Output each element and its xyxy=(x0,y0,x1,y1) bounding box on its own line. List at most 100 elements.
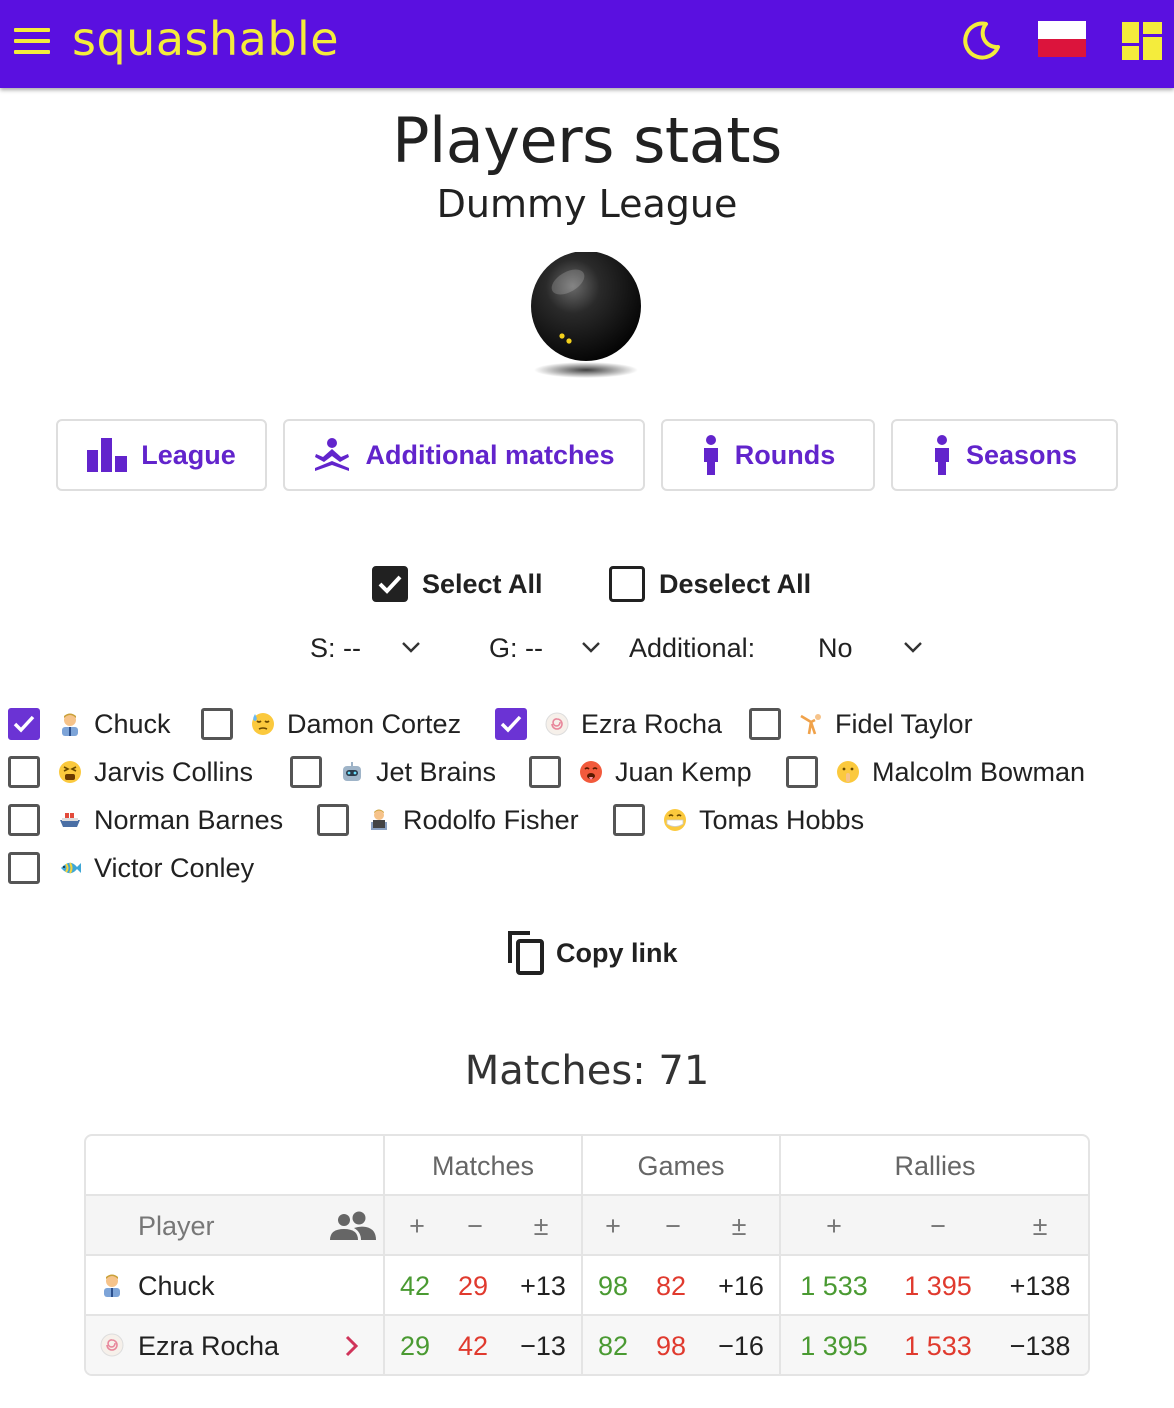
player-name: Damon Cortez xyxy=(287,708,462,739)
chevron-down-icon[interactable] xyxy=(400,636,422,658)
shushing-face-emoji xyxy=(837,761,859,783)
player-checkbox-tomas-hobbs[interactable]: Tomas Hobbs xyxy=(613,800,864,840)
player-name: Malcolm Bowman xyxy=(872,756,1086,787)
meditation-icon xyxy=(315,438,350,471)
player-checkbox-fidel-taylor[interactable]: Fidel Taylor xyxy=(749,704,973,744)
group-select[interactable]: G: -- xyxy=(489,628,543,668)
additional-label: Additional: xyxy=(629,632,756,663)
brand-logo[interactable]: squashable xyxy=(72,12,339,66)
checkbox-empty-icon xyxy=(8,756,40,788)
checkbox-empty-icon xyxy=(613,804,645,836)
copy-link-button[interactable]: Copy link xyxy=(504,928,678,978)
games-diff-header[interactable]: ± xyxy=(706,1196,772,1256)
games-won-header[interactable]: + xyxy=(580,1196,646,1256)
office-worker-emoji xyxy=(62,713,78,736)
rallies-lost-header[interactable]: − xyxy=(894,1196,982,1256)
hamburger-menu-icon[interactable] xyxy=(14,28,50,54)
checkbox-checked-icon xyxy=(495,708,527,740)
player-checkbox-ezra-rocha[interactable]: Ezra Rocha xyxy=(495,704,722,744)
row-player-name: Chuck xyxy=(138,1270,215,1301)
matches-won: 29 xyxy=(399,1330,431,1361)
checkbox-empty-icon xyxy=(290,756,322,788)
deselect-all-checkbox[interactable]: Deselect All xyxy=(609,562,811,606)
rallies-diff: +138 xyxy=(1009,1270,1071,1301)
table-row: Ezra Rocha 29 42 −13 82 98 −16 1 395 1 5… xyxy=(86,1316,1088,1374)
rallies-diff: −138 xyxy=(1009,1330,1071,1361)
copy-link-label: Copy link xyxy=(556,937,678,968)
player-name: Chuck xyxy=(94,708,171,739)
matches-lost-header[interactable]: − xyxy=(442,1196,508,1256)
rallies-diff-header[interactable]: ± xyxy=(996,1196,1084,1256)
player-checkbox-damon-cortez[interactable]: Damon Cortez xyxy=(201,704,461,744)
fish-cake-emoji xyxy=(100,1333,124,1357)
person-icon xyxy=(934,435,949,475)
select-all-check-icon xyxy=(372,566,408,602)
copy-icon xyxy=(508,931,544,975)
player-name: Jarvis Collins xyxy=(94,756,254,787)
games-diff: +16 xyxy=(718,1270,764,1301)
matches-diff-header[interactable]: ± xyxy=(508,1196,574,1256)
player-checkbox-norman-barnes[interactable]: Norman Barnes xyxy=(8,800,283,840)
mask-face-emoji xyxy=(664,809,686,831)
group-people-icon[interactable] xyxy=(330,1210,376,1242)
additional-matches-button-label: Additional matches xyxy=(365,439,615,470)
player-name: Juan Kemp xyxy=(615,756,752,787)
player-checkbox-jarvis-collins[interactable]: Jarvis Collins xyxy=(8,752,253,792)
games-diff: −16 xyxy=(718,1330,764,1361)
group-header-games: Games xyxy=(637,1150,725,1181)
player-checkbox-jet-brains[interactable]: Jet Brains xyxy=(290,752,496,792)
tired-face-emoji xyxy=(59,761,81,783)
games-won: 82 xyxy=(597,1330,629,1361)
additional-matches-button[interactable]: Additional matches xyxy=(283,419,645,491)
deselect-all-box xyxy=(609,566,645,602)
divider xyxy=(383,1136,385,1374)
divider xyxy=(86,1314,1088,1316)
table-row: Chuck 42 29 +13 98 82 +16 1 533 1 395 +1… xyxy=(86,1256,1088,1316)
rallies-won-header[interactable]: + xyxy=(790,1196,878,1256)
chevron-right-icon[interactable] xyxy=(342,1334,362,1358)
player-column-header[interactable]: Player xyxy=(138,1196,215,1256)
group-header-rallies: Rallies xyxy=(894,1150,976,1181)
chevron-down-icon[interactable] xyxy=(580,636,602,658)
additional-select[interactable]: No xyxy=(818,628,853,668)
chevron-down-icon[interactable] xyxy=(902,636,924,658)
deselect-all-label: Deselect All xyxy=(659,568,812,599)
matches-count: Matches: 71 xyxy=(464,1048,710,1094)
games-won: 98 xyxy=(597,1270,629,1301)
player-checkbox-chuck[interactable]: Chuck xyxy=(8,704,171,744)
games-lost: 82 xyxy=(655,1270,687,1301)
matches-lost: 42 xyxy=(457,1330,489,1361)
player-name: Jet Brains xyxy=(376,756,497,787)
select-all-checkbox[interactable]: Select All xyxy=(372,562,543,606)
seasons-button[interactable]: Seasons xyxy=(891,419,1118,491)
matches-diff: −13 xyxy=(520,1330,566,1361)
rallies-won: 1 533 xyxy=(800,1270,868,1301)
league-button[interactable]: League xyxy=(56,419,267,491)
hot-face-emoji xyxy=(580,761,602,783)
player-name: Norman Barnes xyxy=(94,804,284,835)
moon-icon[interactable] xyxy=(962,20,1002,60)
stats-table: Matches Games Rallies Player + − ± + − ±… xyxy=(84,1134,1090,1376)
matches-won-header[interactable]: + xyxy=(384,1196,450,1256)
table-sub-header: Player + − ± + − ± + − ± xyxy=(86,1196,1088,1256)
rallies-won: 1 395 xyxy=(800,1330,868,1361)
player-name: Fidel Taylor xyxy=(835,708,973,739)
divider xyxy=(779,1136,781,1374)
divider xyxy=(86,1254,1088,1256)
player-checkbox-malcolm-bowman[interactable]: Malcolm Bowman xyxy=(786,752,1085,792)
season-select[interactable]: S: -- xyxy=(310,628,361,668)
table-group-header: Matches Games Rallies xyxy=(86,1136,1088,1196)
bar-chart-icon xyxy=(87,438,128,472)
fish-cake-emoji xyxy=(545,712,569,736)
dashboard-icon[interactable] xyxy=(1122,22,1162,60)
ship-emoji xyxy=(60,813,80,827)
rounds-button[interactable]: Rounds xyxy=(661,419,875,491)
person-icon xyxy=(703,435,718,475)
page-title: Players stats xyxy=(392,104,782,177)
games-lost-header[interactable]: − xyxy=(640,1196,706,1256)
player-checkbox-juan-kemp[interactable]: Juan Kemp xyxy=(529,752,752,792)
player-checkbox-rodolfo-fisher[interactable]: Rodolfo Fisher xyxy=(317,800,579,840)
player-checkbox-victor-conley[interactable]: Victor Conley xyxy=(8,848,254,888)
poland-flag-icon[interactable] xyxy=(1038,21,1086,57)
checkbox-empty-icon xyxy=(8,804,40,836)
